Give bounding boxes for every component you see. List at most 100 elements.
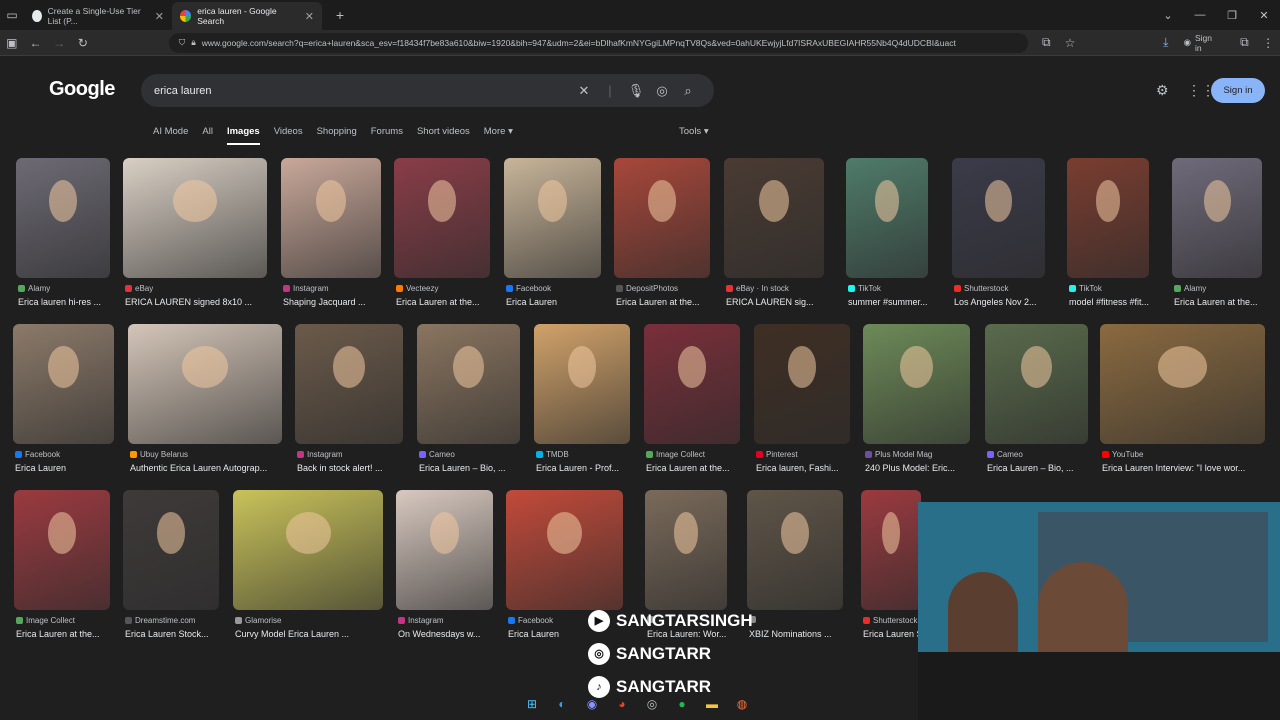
image-result-card[interactable]: TikTok model #fitness #fit...	[1067, 158, 1149, 314]
result-source[interactable]: Dreamstime.com	[125, 616, 229, 625]
result-source[interactable]: Alamy	[18, 284, 120, 293]
image-result-card[interactable]: TMDB Erica Lauren - Prof...	[534, 324, 630, 480]
result-source[interactable]: Shutterstock	[954, 284, 1055, 293]
result-title[interactable]: Erica Lauren at the...	[16, 629, 122, 639]
forward-icon[interactable]: →	[47, 36, 71, 50]
edge-icon[interactable]: ◐	[550, 692, 574, 716]
result-thumbnail[interactable]	[396, 490, 493, 610]
result-thumbnail[interactable]	[506, 490, 623, 610]
chrome-icon[interactable]: ◕	[610, 692, 634, 716]
result-thumbnail[interactable]	[123, 490, 219, 610]
image-result-card[interactable]: Shutterstock Erica Lauren S...	[861, 490, 930, 646]
result-title[interactable]: Shaping Jacquard ...	[283, 297, 393, 307]
search-icon[interactable]: ⌕	[675, 83, 701, 99]
result-source[interactable]: Cameo	[419, 450, 530, 459]
image-result-card[interactable]: DepositPhotos Erica Lauren at the...	[614, 158, 710, 314]
result-thumbnail[interactable]	[417, 324, 520, 444]
result-title[interactable]: Erica lauren hi-res ...	[18, 297, 122, 307]
tab-shopping[interactable]: Shopping	[317, 126, 357, 145]
translate-icon[interactable]: ⧉	[1034, 35, 1058, 50]
result-source[interactable]: eBay	[125, 284, 277, 293]
result-title[interactable]: Erica Lauren – Bio, ...	[419, 463, 532, 473]
result-source[interactable]: TikTok	[848, 284, 938, 293]
result-title[interactable]: Authentic Erica Lauren Autograp...	[130, 463, 294, 473]
image-result-card[interactable]: Alamy Erica Lauren at the...	[1172, 158, 1262, 314]
discord-icon[interactable]: ◉	[580, 692, 604, 716]
result-title[interactable]: Erica Lauren	[15, 463, 126, 473]
result-thumbnail[interactable]	[846, 158, 928, 278]
result-thumbnail[interactable]	[394, 158, 490, 278]
reload-icon[interactable]: ↻	[71, 36, 95, 50]
result-title[interactable]: Back in stock alert! ...	[297, 463, 415, 473]
image-result-card[interactable]: YouTube Erica Lauren Interview: "I love w…	[1100, 324, 1265, 480]
result-title[interactable]: Erica lauren, Fashi...	[756, 463, 862, 473]
image-result-card[interactable]: eBay · In stock ERICA LAUREN sig...	[724, 158, 824, 314]
browser-signin-button[interactable]: ◉ Sign in	[1184, 33, 1221, 53]
result-source[interactable]: Plus Model Mag	[865, 450, 980, 459]
tab-actions-icon[interactable]: ▭	[0, 8, 24, 22]
signin-button[interactable]: Sign in	[1211, 78, 1265, 103]
image-result-card[interactable]: TikTok summer #summer...	[846, 158, 928, 314]
result-source[interactable]: Cameo	[987, 450, 1098, 459]
download-icon[interactable]: ⤓	[1154, 35, 1178, 50]
tab-google-search[interactable]: erica lauren - Google Search ✕	[172, 2, 322, 30]
image-result-card[interactable]: Pinterest Erica lauren, Fashi...	[754, 324, 850, 480]
result-thumbnail[interactable]	[233, 490, 383, 610]
result-thumbnail[interactable]	[952, 158, 1045, 278]
image-result-card[interactable]: Instagram Shaping Jacquard ...	[281, 158, 381, 314]
result-title[interactable]: summer #summer...	[848, 297, 940, 307]
result-thumbnail[interactable]	[13, 324, 114, 444]
chevron-down-icon[interactable]: ⌄	[1152, 9, 1184, 22]
result-title[interactable]: Erica Lauren Stock...	[125, 629, 231, 639]
folder-icon[interactable]: ▬	[700, 692, 724, 716]
result-source[interactable]: Alamy	[1174, 284, 1272, 293]
result-thumbnail[interactable]	[754, 324, 850, 444]
result-title[interactable]: ERICA LAUREN signed 8x10 ...	[125, 297, 279, 307]
result-source[interactable]: eBay · In stock	[726, 284, 834, 293]
result-title[interactable]: Erica Lauren at the...	[396, 297, 502, 307]
result-thumbnail[interactable]	[1172, 158, 1262, 278]
result-source[interactable]: TikTok	[1069, 284, 1159, 293]
menu-icon[interactable]: ⋮	[1256, 36, 1280, 50]
result-title[interactable]: Erica Lauren at the...	[1174, 297, 1274, 307]
result-title[interactable]: Erica Lauren at the...	[616, 297, 722, 307]
result-title[interactable]: Erica Lauren	[506, 297, 613, 307]
close-icon[interactable]: ✕	[155, 10, 164, 23]
tab-all[interactable]: All	[202, 126, 213, 145]
search-box[interactable]: erica lauren ✕ | 🎙︎ ◎ ⌕	[141, 74, 714, 107]
result-source[interactable]: Vecteezy	[396, 284, 500, 293]
image-result-card[interactable]: Instagram On Wednesdays w...	[396, 490, 493, 646]
image-result-card[interactable]: Facebook Erica Lauren	[504, 158, 601, 314]
image-result-card[interactable]: Image Collect Erica Lauren at the...	[644, 324, 740, 480]
settings-gear-icon[interactable]: ⚙	[1156, 82, 1169, 99]
result-thumbnail[interactable]	[645, 490, 727, 610]
result-source[interactable]: Image Collect	[16, 616, 120, 625]
tab-videos[interactable]: Videos	[274, 126, 303, 145]
site-info-icon[interactable]: ⛉	[179, 37, 185, 48]
result-thumbnail[interactable]	[861, 490, 921, 610]
close-icon[interactable]: ✕	[305, 10, 314, 23]
tab-more[interactable]: More ▾	[484, 126, 513, 145]
result-thumbnail[interactable]	[1100, 324, 1265, 444]
result-thumbnail[interactable]	[281, 158, 381, 278]
image-result-card[interactable]: Dreamstime.com Erica Lauren Stock...	[123, 490, 219, 646]
image-result-card[interactable]: Glamorise Curvy Model Erica Lauren ...	[233, 490, 383, 646]
restore-icon[interactable]: ❐	[1216, 9, 1248, 22]
bookmark-star-icon[interactable]: ☆	[1058, 36, 1082, 50]
result-source[interactable]: YouTube	[1102, 450, 1275, 459]
result-source[interactable]: Image Collect	[646, 450, 750, 459]
windows-start-icon[interactable]: ⊞	[520, 692, 544, 716]
lens-icon[interactable]: ◎	[649, 83, 675, 99]
image-result-card[interactable]: Instagram Back in stock alert! ...	[295, 324, 403, 480]
tab-images[interactable]: Images	[226, 126, 260, 145]
result-title[interactable]: model #fitness #fit...	[1069, 297, 1161, 307]
result-source[interactable]: DepositPhotos	[616, 284, 720, 293]
result-source[interactable]: Ubuy Belarus	[130, 450, 292, 459]
result-thumbnail[interactable]	[644, 324, 740, 444]
result-source[interactable]: Glamorise	[235, 616, 393, 625]
result-thumbnail[interactable]	[16, 158, 110, 278]
result-source[interactable]: Instagram	[283, 284, 391, 293]
result-title[interactable]: Los Angeles Nov 2...	[954, 297, 1057, 307]
search-input[interactable]: erica lauren	[154, 85, 571, 97]
result-title[interactable]: On Wednesdays w...	[398, 629, 505, 639]
